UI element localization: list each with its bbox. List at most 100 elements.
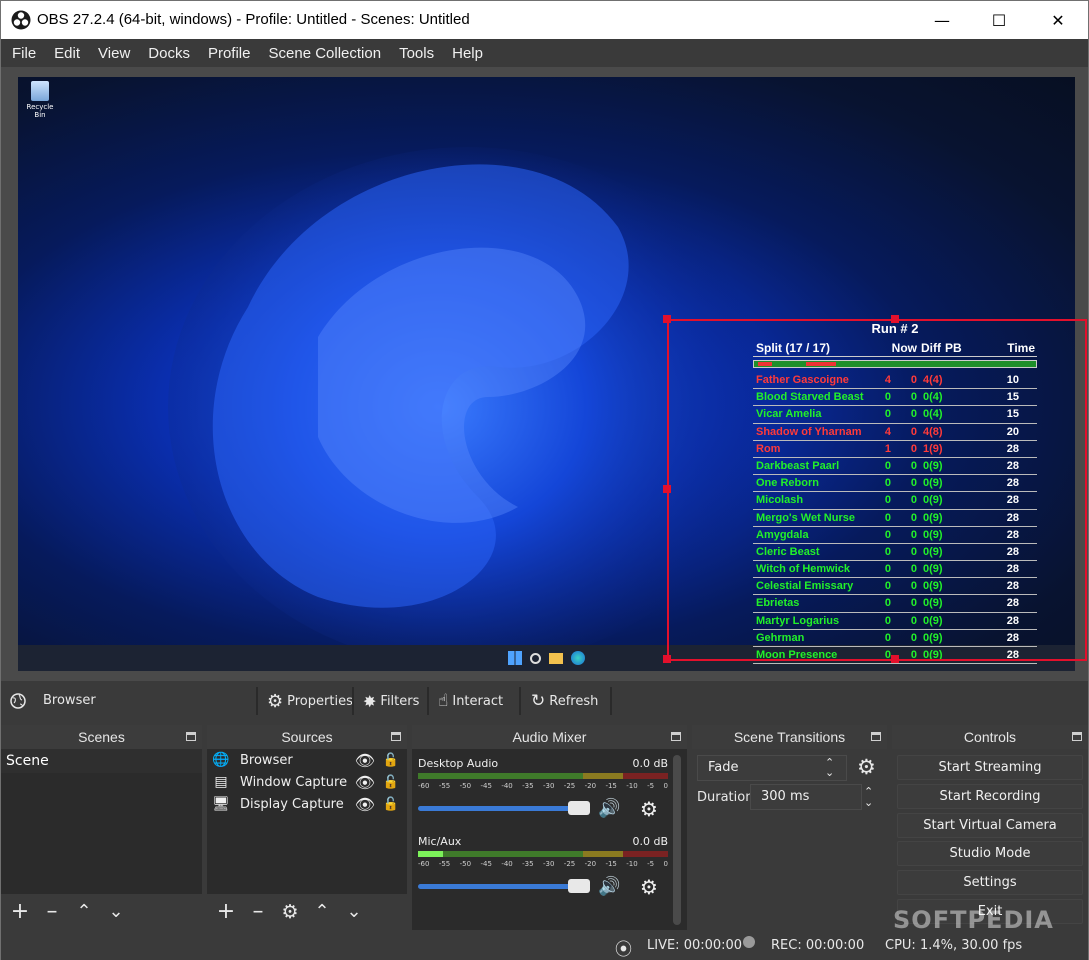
scene-transitions-dock: Scene Transitions Fade ⌃ ⌄ ⚙ Duration 300… (692, 725, 887, 930)
softpedia-watermark: SOFTPEDIA (893, 906, 1054, 934)
refresh-label: Refresh (549, 693, 599, 709)
window-icon: ▤ (214, 774, 228, 790)
channel-name: Mic/Aux (418, 835, 462, 848)
start-recording-button[interactable]: Start Recording (897, 784, 1083, 809)
undock-icon[interactable] (391, 732, 401, 741)
selected-source-name: Browser (43, 693, 96, 708)
speaker-icon[interactable]: 🔊 (598, 798, 620, 819)
refresh-icon: ↻ (531, 691, 546, 711)
sources-footer: + – ⚙ ⌃ ⌄ (207, 894, 407, 930)
interact-button[interactable]: ☝ Interact (438, 689, 503, 713)
slider-knob[interactable] (568, 801, 590, 815)
hand-pointer-icon: ☝ (438, 691, 449, 711)
gear-icon[interactable]: ⚙ (640, 797, 658, 821)
volume-slider[interactable]: 🔊 ⚙ (418, 797, 668, 821)
undock-icon[interactable] (871, 732, 881, 741)
volume-slider[interactable]: 🔊 ⚙ (418, 875, 668, 899)
remove-icon[interactable]: – (41, 901, 63, 923)
refresh-button[interactable]: ↻ Refresh (531, 689, 598, 713)
rec-timer: REC: 00:00:00 (771, 938, 865, 953)
duration-spinner-icon[interactable]: ⌃ ⌄ (864, 786, 873, 808)
search-icon (530, 652, 541, 664)
source-item-display-capture[interactable]: 🖥 Display Capture 👁 🔓 (207, 793, 407, 815)
source-item-window-capture[interactable]: ▤ Window Capture 👁 🔓 (207, 771, 407, 793)
resize-handle[interactable] (891, 315, 899, 323)
divider (256, 687, 258, 715)
remove-icon[interactable]: – (247, 901, 269, 923)
visibility-eye-icon[interactable]: 👁 (355, 751, 375, 770)
resize-handle[interactable] (891, 655, 899, 663)
scenes-footer: + – ⌃ ⌄ (1, 894, 202, 930)
menu-scene-collection[interactable]: Scene Collection (260, 45, 391, 62)
audio-mixer-dock-title: Audio Mixer (512, 729, 587, 745)
resize-handle[interactable] (663, 315, 671, 323)
mixer-channel-mic-aux: Mic/Aux 0.0 dB -60 -55 -50 -45 -40 -35 -30 -25 -2… (418, 835, 668, 899)
scene-item[interactable]: Scene (1, 749, 202, 773)
move-down-icon[interactable]: ⌄ (343, 901, 365, 923)
undock-icon[interactable] (1072, 732, 1082, 741)
status-bar: ⦿ LIVE: 00:00:00 REC: 00:00:00 CPU: 1.4%… (1, 930, 1088, 960)
undock-icon[interactable] (671, 732, 681, 741)
gear-icon[interactable]: ⚙ (640, 875, 658, 899)
speaker-icon[interactable]: 🔊 (598, 876, 620, 897)
divider (352, 687, 354, 715)
move-down-icon[interactable]: ⌄ (105, 901, 127, 923)
menu-profile[interactable]: Profile (199, 45, 260, 62)
window-title: OBS 27.2.4 (64-bit, windows) - Profile: … (37, 11, 470, 28)
visibility-eye-icon[interactable]: 👁 (355, 795, 375, 814)
maximize-button[interactable]: ☐ (976, 1, 1022, 39)
add-icon[interactable]: + (215, 901, 237, 923)
menu-file[interactable]: File (3, 45, 45, 62)
channel-db: 0.0 dB (632, 757, 668, 770)
source-item-browser[interactable]: 🌐 Browser 👁 🔓 (207, 749, 407, 771)
gear-icon[interactable]: ⚙ (857, 755, 876, 779)
move-up-icon[interactable]: ⌃ (73, 901, 95, 923)
divider (427, 687, 429, 715)
filters-button[interactable]: ✸ Filters (363, 689, 419, 713)
windows-start-icon (508, 651, 522, 665)
close-button[interactable]: ✕ (1035, 1, 1081, 39)
menu-edit[interactable]: Edit (45, 45, 89, 62)
menu-help[interactable]: Help (443, 45, 492, 62)
meter-ticks: -60 -55 -50 -45 -40 -35 -30 -25 -20 -15 -10 -5 0 (418, 860, 668, 868)
scene-transitions-dock-header: Scene Transitions (692, 725, 887, 749)
add-icon[interactable]: + (9, 901, 31, 923)
menu-tools[interactable]: Tools (390, 45, 443, 62)
minimize-button[interactable]: — (919, 1, 965, 39)
move-up-icon[interactable]: ⌃ (311, 901, 333, 923)
controls-dock-title: Controls (963, 729, 1017, 745)
menu-view[interactable]: View (89, 45, 139, 62)
recycle-bin[interactable]: Recycle Bin (22, 81, 58, 119)
audio-mixer-dock-header: Audio Mixer (412, 725, 687, 749)
mixer-scrollbar[interactable] (673, 755, 681, 925)
lock-icon[interactable]: 🔓 (383, 797, 399, 812)
source-label: Window Capture (240, 774, 348, 790)
scenes-dock-header: Scenes (1, 725, 202, 749)
slider-knob[interactable] (568, 879, 590, 893)
undock-icon[interactable] (186, 732, 196, 741)
controls-dock: Controls Start Streaming Start Recording… (892, 725, 1088, 930)
duration-label: Duration (697, 790, 754, 805)
gear-icon[interactable]: ⚙ (279, 901, 301, 923)
settings-button[interactable]: Settings (897, 870, 1083, 895)
start-streaming-button[interactable]: Start Streaming (897, 755, 1083, 780)
menu-bar: File Edit View Docks Profile Scene Colle… (1, 39, 1088, 67)
selection-box[interactable] (667, 319, 1087, 661)
resize-handle[interactable] (663, 485, 671, 493)
scenes-dock: Scenes Scene + – ⌃ ⌄ (1, 725, 202, 930)
lock-icon[interactable]: 🔓 (383, 775, 399, 790)
divider (610, 687, 612, 715)
edge-icon (571, 651, 585, 665)
visibility-eye-icon[interactable]: 👁 (355, 773, 375, 792)
sources-dock-header: Sources (207, 725, 407, 749)
studio-mode-button[interactable]: Studio Mode (897, 841, 1083, 866)
properties-button[interactable]: ⚙ Properties (267, 689, 353, 713)
resize-handle[interactable] (663, 655, 671, 663)
properties-label: Properties (287, 693, 353, 709)
lock-icon[interactable]: 🔓 (383, 753, 399, 768)
gear-icon: ⚙ (267, 690, 284, 712)
select-spinner-icon: ⌃ ⌄ (825, 756, 835, 779)
menu-docks[interactable]: Docks (139, 45, 199, 62)
duration-field[interactable]: 300 ms (750, 784, 862, 810)
start-virtual-camera-button[interactable]: Start Virtual Camera (897, 813, 1083, 838)
